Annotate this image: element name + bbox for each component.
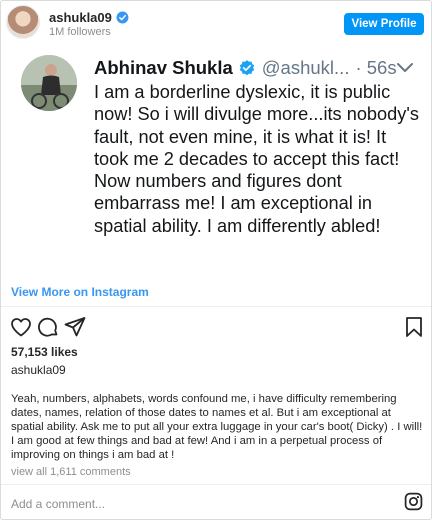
share-icon[interactable] (63, 315, 87, 339)
comment-icon[interactable] (36, 315, 60, 339)
post-owner[interactable]: ashukla09 (11, 363, 66, 377)
tweet-author: Abhinav Shukla @ashukl... · 56s (94, 57, 397, 79)
followers-count: 1M followers (49, 26, 111, 38)
view-comments-link[interactable]: view all 1,611 comments (11, 466, 131, 478)
view-profile-button[interactable]: View Profile (344, 13, 424, 35)
post-caption: Yeah, numbers, alphabets, words confound… (11, 393, 423, 461)
verified-badge-icon (116, 11, 129, 24)
tweet-image[interactable]: Abhinav Shukla @ashukl... · 56s I am a b… (1, 45, 431, 271)
tweet-avatar (21, 55, 77, 111)
person-photo-icon (21, 55, 77, 111)
tweet-handle: @ashukl... (261, 57, 350, 78)
add-comment-input[interactable]: Add a comment... (11, 497, 105, 511)
verified-badge-icon (239, 60, 254, 76)
tweet-text: I am a borderline dyslexic, it is public… (94, 82, 419, 236)
view-more-link[interactable]: View More on Instagram (11, 285, 149, 299)
bookmark-icon[interactable] (402, 315, 426, 339)
tweet-author-name: Abhinav Shukla (94, 57, 233, 78)
chevron-down-icon (397, 63, 413, 72)
divider (1, 306, 431, 307)
divider (1, 484, 431, 485)
heart-icon[interactable] (9, 315, 33, 339)
post-header: ashukla09 1M followers View Profile (1, 1, 431, 45)
instagram-logo-icon[interactable] (404, 492, 423, 511)
username[interactable]: ashukla09 (49, 10, 112, 25)
avatar[interactable] (6, 5, 40, 39)
likes-count[interactable]: 57,153 likes (11, 345, 78, 359)
instagram-embed: ashukla09 1M followers View Profile Abhi… (0, 0, 432, 520)
username-row: ashukla09 (49, 10, 129, 25)
tweet-time: · 56s (355, 57, 397, 78)
